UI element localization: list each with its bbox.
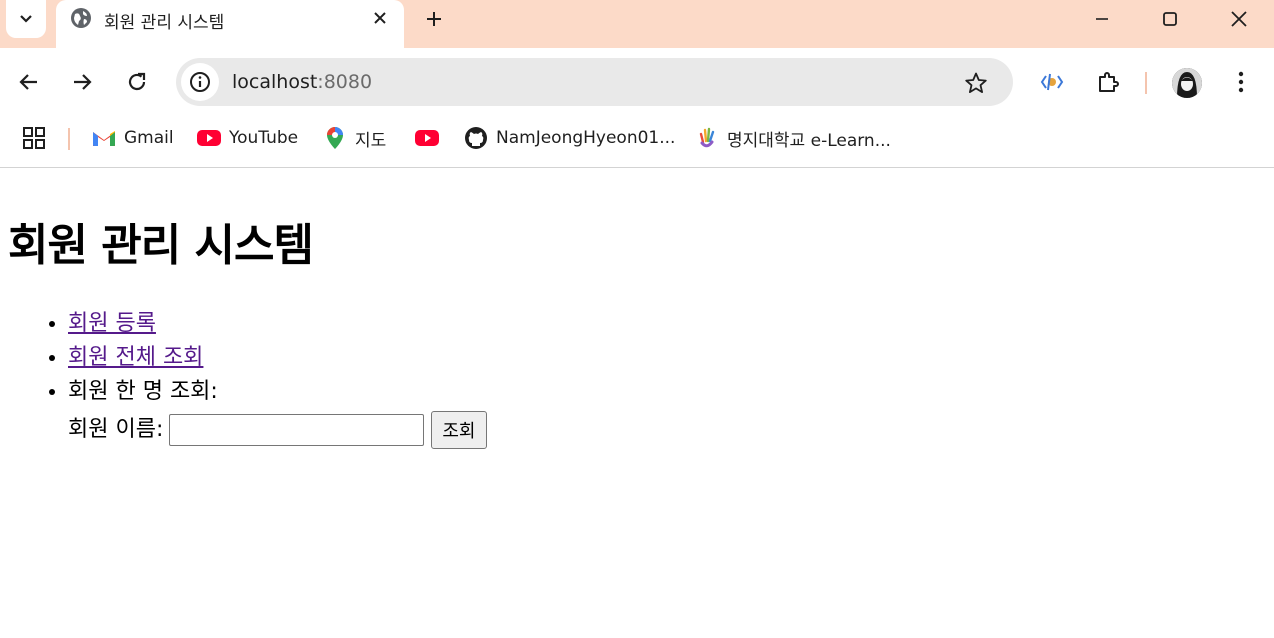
- info-icon: [190, 72, 210, 92]
- arrow-right-icon: [74, 74, 92, 90]
- profile-avatar-icon: [1172, 68, 1202, 98]
- toolbar-separator: [1145, 72, 1147, 94]
- star-icon: [965, 72, 987, 93]
- close-icon: [1231, 11, 1247, 27]
- url-port: :8080: [317, 71, 373, 93]
- extension-button[interactable]: [1034, 64, 1070, 100]
- tab-strip: 회원 관리 시스템: [0, 0, 1274, 48]
- single-lookup-label: 회원 한 명 조회:: [68, 379, 218, 404]
- back-button[interactable]: [11, 64, 47, 100]
- gmail-icon: [92, 126, 116, 150]
- plus-icon: [427, 12, 441, 26]
- bookmarks-separator: [68, 128, 70, 150]
- bookmark-label: 지도: [355, 130, 387, 151]
- site-info-button[interactable]: [181, 63, 219, 101]
- page-content: 회원 관리 시스템 회원 등록 회원 전체 조회 회원 한 명 조회: 회원 이…: [0, 169, 1274, 638]
- page-title: 회원 관리 시스템: [8, 220, 314, 271]
- maximize-button[interactable]: [1150, 4, 1190, 34]
- more-vert-icon: [1238, 71, 1244, 93]
- new-tab-button[interactable]: [420, 5, 448, 33]
- hand-logo-icon: [695, 126, 719, 150]
- url-host: localhost: [232, 71, 318, 93]
- youtube-icon: [415, 126, 439, 150]
- bookmark-label: NamJeongHyeon01...: [496, 128, 676, 148]
- url-text: localhost:8080: [232, 71, 372, 93]
- bookmarks-bar: Gmail YouTube 지도 NamJeongHyeon01... 명지대학…: [0, 116, 1274, 168]
- close-icon: [374, 12, 386, 24]
- address-bar[interactable]: localhost:8080: [176, 58, 1013, 106]
- extensions-menu-button[interactable]: [1090, 64, 1126, 100]
- minimize-button[interactable]: [1082, 4, 1122, 34]
- maps-pin-icon: [323, 126, 347, 150]
- close-window-button[interactable]: [1219, 4, 1259, 34]
- list-item: 회원 등록: [68, 307, 487, 341]
- bookmark-label: 명지대학교 e-Learn...: [727, 130, 891, 151]
- youtube-icon: [197, 126, 221, 150]
- reload-icon: [128, 72, 146, 91]
- menu-list: 회원 등록 회원 전체 조회 회원 한 명 조회: 회원 이름: 조회: [40, 307, 487, 449]
- lookup-button[interactable]: 조회: [431, 411, 487, 449]
- profile-avatar[interactable]: [1172, 68, 1202, 98]
- tab-title: 회원 관리 시스템: [104, 13, 225, 33]
- bookmark-star-button[interactable]: [962, 69, 990, 97]
- apps-button[interactable]: [22, 126, 46, 150]
- arrow-left-icon: [19, 74, 37, 90]
- list-item: 회원 한 명 조회: 회원 이름: 조회: [68, 375, 487, 449]
- reload-button[interactable]: [119, 64, 155, 100]
- bookmark-github[interactable]: NamJeongHyeon01...: [464, 126, 675, 150]
- apps-grid-icon: [23, 127, 45, 149]
- tab-active[interactable]: 회원 관리 시스템: [56, 0, 404, 48]
- bookmark-youtube-2[interactable]: [415, 126, 447, 150]
- chevron-down-icon: [20, 15, 32, 23]
- bookmark-elearning[interactable]: 명지대학교 e-Learn...: [695, 126, 891, 151]
- list-item: 회원 전체 조회: [68, 341, 487, 375]
- bookmark-gmail[interactable]: Gmail: [92, 126, 174, 150]
- bookmark-label: Gmail: [124, 128, 174, 148]
- minimize-icon: [1096, 18, 1108, 20]
- globe-icon: [71, 8, 91, 28]
- bookmark-youtube[interactable]: YouTube: [197, 126, 298, 150]
- name-label: 회원 이름:: [68, 417, 164, 442]
- puzzle-icon: [1099, 72, 1119, 92]
- tab-close-button[interactable]: [368, 6, 392, 30]
- bookmark-label: YouTube: [229, 128, 299, 148]
- browser-toolbar: localhost:8080: [0, 48, 1274, 116]
- code-extension-icon: [1040, 73, 1064, 91]
- list-all-link[interactable]: 회원 전체 조회: [68, 345, 203, 370]
- lookup-form: 회원 이름: 조회: [68, 411, 487, 449]
- github-icon: [464, 126, 488, 150]
- forward-button[interactable]: [64, 64, 100, 100]
- maximize-icon: [1163, 12, 1177, 26]
- member-name-input[interactable]: [169, 414, 425, 446]
- tab-search-button[interactable]: [6, 0, 46, 38]
- register-link[interactable]: 회원 등록: [68, 311, 156, 336]
- menu-button[interactable]: [1223, 64, 1259, 100]
- bookmark-maps[interactable]: 지도: [323, 126, 387, 151]
